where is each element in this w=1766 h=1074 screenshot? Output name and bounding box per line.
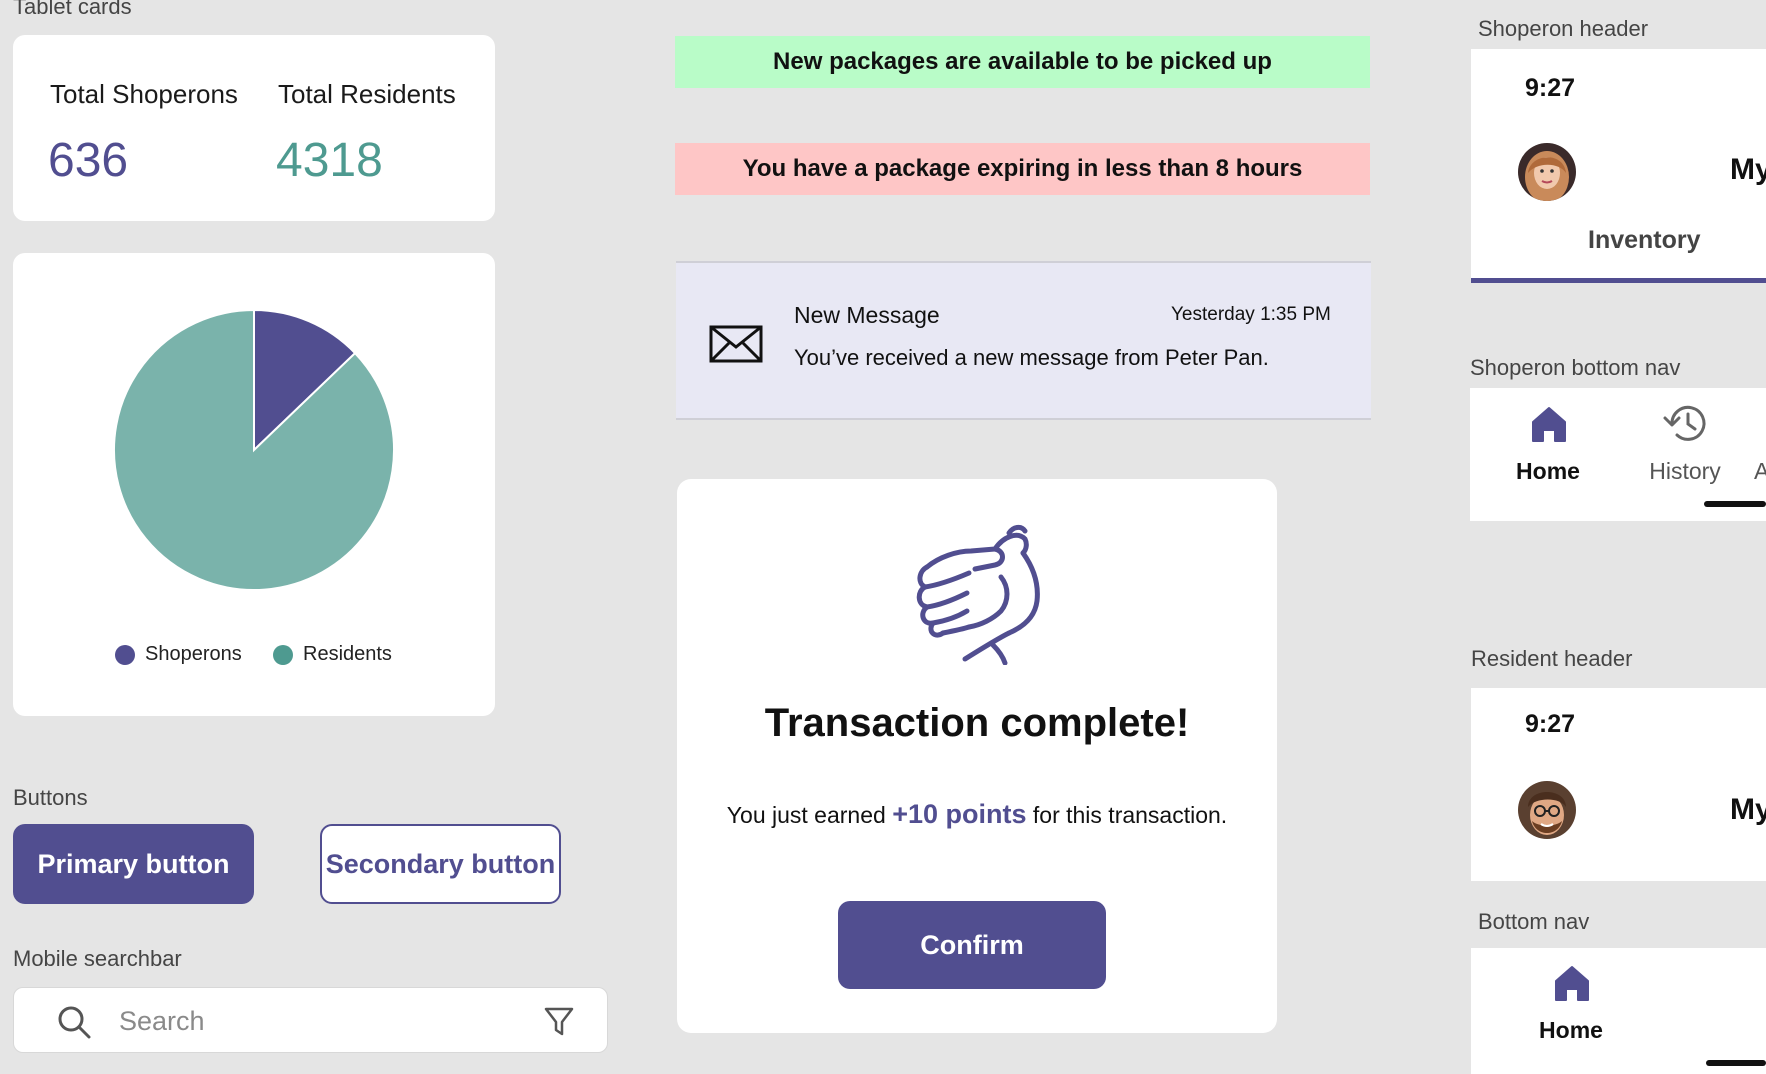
total-residents-label: Total Residents — [278, 79, 456, 109]
pie-chart — [113, 308, 395, 591]
tab-inventory[interactable]: Inventory — [1588, 226, 1701, 255]
message-body: You’ve received a new message from Peter… — [794, 345, 1269, 370]
nav-label-partial: A — [1754, 458, 1766, 484]
home-indicator — [1706, 1060, 1766, 1066]
modal-body-suffix: for this transaction. — [1026, 802, 1228, 828]
modal-title: Transaction complete! — [764, 701, 1190, 745]
success-banner: New packages are available to be picked … — [675, 36, 1370, 88]
modal-body-prefix: You just earned — [726, 802, 893, 828]
avatar-man-image — [1518, 781, 1576, 839]
resident-bottom-nav: Home — [1471, 948, 1766, 1074]
message-time: Yesterday 1:35 PM — [1171, 304, 1331, 325]
total-shoperons-value: 636 — [48, 134, 129, 187]
section-label-tablet-cards: Tablet cards — [13, 0, 132, 19]
legend-dot-residents — [273, 644, 293, 665]
legend-residents: Residents — [273, 643, 392, 666]
section-label-shoperon-bottom-nav: Shoperon bottom nav — [1470, 355, 1681, 380]
status-time: 9:27 — [1525, 710, 1576, 738]
search-bar[interactable]: Search — [13, 987, 608, 1053]
history-icon — [1663, 405, 1706, 441]
home-indicator — [1704, 501, 1766, 507]
handshake-icon — [916, 524, 1040, 665]
home-icon — [1555, 966, 1589, 1001]
nav-label-home: Home — [1516, 458, 1580, 484]
legend-label-shoperons: Shoperons — [145, 643, 242, 665]
status-time: 9:27 — [1525, 74, 1576, 102]
avatar[interactable] — [1518, 781, 1576, 839]
filter-icon[interactable] — [544, 1006, 574, 1038]
search-input[interactable]: Search — [119, 1006, 205, 1037]
active-tab-indicator — [1471, 278, 1766, 283]
nav-label-home: Home — [1539, 1017, 1603, 1043]
section-label-shoperon-header: Shoperon header — [1478, 16, 1649, 41]
envelope-icon — [709, 325, 763, 363]
section-label-resident-header: Resident header — [1471, 646, 1633, 671]
nav-item-home[interactable]: Home — [1528, 961, 1614, 1053]
section-label-bottom-nav: Bottom nav — [1478, 909, 1590, 934]
secondary-button[interactable]: Secondary button — [320, 824, 561, 904]
header-title: My — [1730, 153, 1766, 186]
avatar[interactable] — [1518, 143, 1576, 201]
primary-button[interactable]: Primary button — [13, 824, 254, 904]
legend-label-residents: Residents — [303, 643, 392, 665]
nav-label-history: History — [1649, 458, 1721, 484]
search-icon — [58, 1006, 91, 1039]
total-shoperons-label: Total Shoperons — [50, 79, 238, 109]
legend-dot-shoperons — [115, 644, 135, 665]
modal-body: You just earned +10 points for this tran… — [677, 799, 1277, 830]
pie-chart-card: Shoperons Residents — [13, 253, 495, 716]
nav-item-home[interactable]: Home — [1505, 402, 1591, 494]
total-residents-value: 4318 — [276, 134, 383, 187]
confirm-button[interactable]: Confirm — [838, 901, 1106, 989]
nav-item-history[interactable]: History — [1642, 402, 1728, 494]
section-label-mobile-searchbar: Mobile searchbar — [13, 946, 182, 971]
transaction-modal: Transaction complete! You just earned +1… — [677, 479, 1277, 1033]
warning-banner: You have a package expiring in less than… — [675, 143, 1370, 195]
points-earned: +10 points — [892, 799, 1027, 829]
shoperon-header-panel: 9:27 My Inventory — [1471, 49, 1766, 283]
section-label-buttons: Buttons — [13, 785, 88, 810]
shoperon-bottom-nav: Home History A — [1470, 388, 1766, 521]
legend-shoperons: Shoperons — [115, 643, 242, 666]
home-icon — [1532, 407, 1566, 442]
avatar-woman-image — [1518, 143, 1576, 201]
message-title: New Message — [794, 302, 940, 328]
header-title: My — [1730, 793, 1766, 826]
resident-header-panel: 9:27 My — [1471, 688, 1766, 881]
stats-card: Total Shoperons 636 Total Residents 4318 — [13, 35, 495, 221]
message-notification[interactable]: New Message Yesterday 1:35 PM You’ve rec… — [676, 261, 1371, 420]
